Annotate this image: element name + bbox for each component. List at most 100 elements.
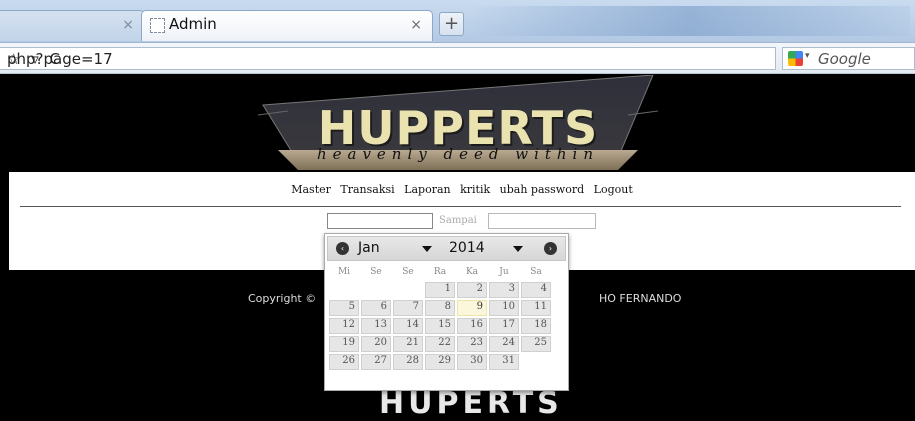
footer-logo: HUPERTS xyxy=(379,386,563,421)
calendar-cell: 15 xyxy=(425,318,455,334)
calendar-cell: 25 xyxy=(521,336,551,352)
calendar-day[interactable]: 8 xyxy=(425,300,455,316)
calendar-day[interactable]: 25 xyxy=(521,336,551,352)
google-icon[interactable] xyxy=(788,51,803,66)
calendar-day[interactable]: 24 xyxy=(489,336,519,352)
calendar-cell: 26 xyxy=(329,354,359,370)
site-logo: HUPPERTS heavenly deed within xyxy=(257,74,659,171)
calendar-cell: 12 xyxy=(329,318,359,334)
calendar-day[interactable]: 3 xyxy=(489,282,519,298)
calendar-day[interactable]: 17 xyxy=(489,318,519,334)
new-tab-button[interactable]: + xyxy=(439,12,464,36)
weekday-label: Ka xyxy=(465,267,479,277)
menu-transaksi[interactable]: Transaksi xyxy=(340,183,394,196)
weekday-header-row: Mi Se Se Ra Ka Ju Sa xyxy=(329,264,551,280)
calendar-day[interactable]: 20 xyxy=(361,336,391,352)
calendar-week-row: 19 20 21 22 23 24 25 xyxy=(329,336,551,352)
menu-ubah-password[interactable]: ubah password xyxy=(500,183,585,196)
calendar-day[interactable]: 30 xyxy=(457,354,487,370)
calendar-cell: 8 xyxy=(425,300,455,316)
month-value: Jan xyxy=(358,240,380,256)
menu-logout[interactable]: Logout xyxy=(594,183,633,196)
calendar-day[interactable]: 13 xyxy=(361,318,391,334)
calendar-day[interactable]: 7 xyxy=(393,300,423,316)
menu-master[interactable]: Master xyxy=(291,183,331,196)
chevron-down-icon xyxy=(422,246,432,252)
calendar-day[interactable]: 11 xyxy=(521,300,551,316)
calendar-day[interactable]: 1 xyxy=(425,282,455,298)
weekday-label: Ju xyxy=(499,267,509,277)
year-value: 2014 xyxy=(449,240,485,256)
search-bar[interactable]: ▾ Google xyxy=(782,47,915,70)
search-engine-label: Google xyxy=(818,50,871,68)
calendar-day-today[interactable]: 9 xyxy=(457,300,487,316)
calendar-cell: 2 xyxy=(457,282,487,298)
calendar-cell: 27 xyxy=(361,354,391,370)
calendar-day[interactable]: 23 xyxy=(457,336,487,352)
calendar-cell: 16 xyxy=(457,318,487,334)
calendar-day[interactable]: 10 xyxy=(489,300,519,316)
calendar-cell xyxy=(329,282,359,298)
weekday-label: Sa xyxy=(530,267,542,277)
calendar-cell: 31 xyxy=(489,354,519,370)
calendar-day[interactable]: 16 xyxy=(457,318,487,334)
date-from-input[interactable] xyxy=(327,213,433,229)
calendar-cell: 10 xyxy=(489,300,519,316)
calendar-day[interactable]: 12 xyxy=(329,318,359,334)
year-select[interactable]: 2014 xyxy=(449,240,529,258)
address-bar[interactable]: php?page=17 ☆ ▿ C xyxy=(0,47,776,70)
calendar-day[interactable]: 4 xyxy=(521,282,551,298)
calendar-week-row: 5 6 7 8 9 10 11 xyxy=(329,300,551,316)
calendar-day[interactable]: 19 xyxy=(329,336,359,352)
calendar-day[interactable]: 28 xyxy=(393,354,423,370)
calendar-cell: 11 xyxy=(521,300,551,316)
chevron-left-icon[interactable]: ‹ xyxy=(336,242,349,255)
footer-author: HO FERNANDO xyxy=(599,292,682,305)
calendar-day[interactable]: 5 xyxy=(329,300,359,316)
menu-laporan[interactable]: Laporan xyxy=(404,183,450,196)
calendar-body: 1 2 3 4 5 6 7 8 9 10 11 12 13 14 15 16 17 18 19 20 21 22 23 24 2… xyxy=(329,282,551,370)
calendar-cell: 14 xyxy=(393,318,423,334)
calendar-cell: 9 xyxy=(457,300,487,316)
divider xyxy=(20,206,901,207)
search-engine-dropdown-icon[interactable]: ▾ xyxy=(805,51,810,61)
calendar-day[interactable]: 27 xyxy=(361,354,391,370)
calendar-day[interactable]: 14 xyxy=(393,318,423,334)
page-favicon-icon xyxy=(150,18,165,33)
calendar-grid: Mi Se Se Ra Ka Ju Sa 1 2 3 4 5 6 7 8 9 10 11 12 13 14 15 16 17… xyxy=(327,262,553,372)
month-select[interactable]: Jan xyxy=(358,240,438,258)
calendar-day[interactable]: 29 xyxy=(425,354,455,370)
tab-title: Admin xyxy=(169,15,217,33)
weekday-label: Mi xyxy=(337,267,351,277)
calendar-day[interactable]: 22 xyxy=(425,336,455,352)
calendar-cell: 28 xyxy=(393,354,423,370)
weekday-label: Se xyxy=(402,267,414,277)
datepicker-header: ‹ Jan 2014 › xyxy=(327,236,566,261)
calendar-cell: 23 xyxy=(457,336,487,352)
calendar-week-row: 26 27 28 29 30 31 xyxy=(329,354,551,370)
close-tab-icon[interactable]: × xyxy=(410,17,422,33)
calendar-cell: 24 xyxy=(489,336,519,352)
menu-kritik[interactable]: kritik xyxy=(460,183,490,196)
calendar-day[interactable]: 15 xyxy=(425,318,455,334)
weekday-label: Se xyxy=(370,267,382,277)
calendar-cell: 4 xyxy=(521,282,551,298)
calendar-day[interactable]: 18 xyxy=(521,318,551,334)
date-to-input[interactable] xyxy=(488,213,596,229)
chevron-right-icon[interactable]: › xyxy=(544,242,557,255)
header-banner: HUPPERTS heavenly deed within xyxy=(9,74,915,172)
main-menu: Master Transaksi Laporan kritik ubah pas… xyxy=(9,183,915,196)
close-tab-icon[interactable]: × xyxy=(122,17,134,33)
bookmark-star-reload-icons[interactable]: ☆ ▿ C xyxy=(7,50,769,68)
calendar-cell: 29 xyxy=(425,354,455,370)
calendar-day[interactable]: 31 xyxy=(489,354,519,370)
browser-tab-previous[interactable]: × xyxy=(0,10,145,41)
sampai-label: Sampai xyxy=(439,215,477,226)
calendar-day[interactable]: 21 xyxy=(393,336,423,352)
calendar-day[interactable]: 2 xyxy=(457,282,487,298)
calendar-cell: 17 xyxy=(489,318,519,334)
calendar-week-row: 1234 xyxy=(329,282,551,298)
browser-tab-admin[interactable]: Admin × xyxy=(141,10,433,41)
calendar-day[interactable]: 26 xyxy=(329,354,359,370)
calendar-day[interactable]: 6 xyxy=(361,300,391,316)
